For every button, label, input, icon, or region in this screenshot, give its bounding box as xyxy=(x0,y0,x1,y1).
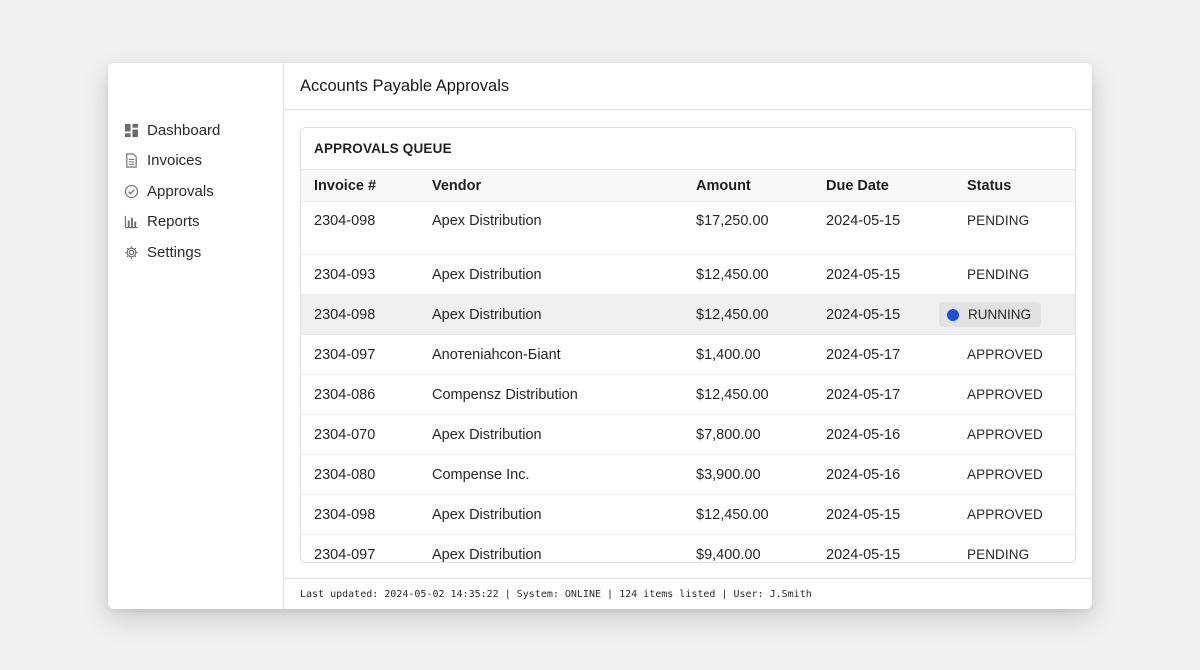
due-date-cell: 2024-05-15 xyxy=(826,546,901,563)
table-header: Invoice # Vendor Amount Due Date Status xyxy=(301,170,1075,202)
status-badge: APPROVED xyxy=(967,386,1043,402)
page-title: Accounts Payable Approvals xyxy=(284,63,1092,110)
table-row[interactable]: 2304-093 Apex Distribution $12,450.00 20… xyxy=(301,255,1075,295)
invoice-cell: 2304-098 xyxy=(314,213,376,229)
column-header-vendor[interactable]: Vendor xyxy=(419,178,683,194)
sidebar-item-label: Dashboard xyxy=(147,121,221,139)
table-row[interactable]: 2304-098 Apex Distribution $12,450.00 20… xyxy=(301,495,1075,535)
vendor-cell: Apex Distribution xyxy=(432,213,542,229)
status-label: RUNNING xyxy=(968,307,1031,322)
column-header-status[interactable]: Status xyxy=(954,178,1075,194)
table-row[interactable]: 2304-080 Compense Inc. $3,900.00 2024-05… xyxy=(301,455,1075,495)
app-window: Dashboard Invoices Approvals Reports Set… xyxy=(108,63,1092,609)
due-date-cell: 2024-05-16 xyxy=(826,426,901,443)
approvals-queue-card: APPROVALS QUEUE Invoice # Vendor Amount … xyxy=(300,127,1076,563)
main-content: Accounts Payable Approvals APPROVALS QUE… xyxy=(284,63,1092,609)
amount-cell: $1,400.00 xyxy=(696,346,761,363)
vendor-cell: Apex Distribution xyxy=(432,266,542,283)
amount-cell: $12,450.00 xyxy=(696,266,769,283)
invoice-cell: 2304-070 xyxy=(314,426,376,443)
amount-cell: $12,450.00 xyxy=(696,306,769,323)
card-title: APPROVALS QUEUE xyxy=(301,128,1075,170)
table-row-selected[interactable]: 2304-098 Apex Distribution $12,450.00 20… xyxy=(301,295,1075,335)
table-row[interactable]: 2304-097 Anотeniahcon-Бiant $1,400.00 20… xyxy=(301,335,1075,375)
sidebar-item-invoices[interactable]: Invoices xyxy=(108,146,283,177)
due-date-cell: 2024-05-15 xyxy=(826,213,901,229)
status-badge: PENDING xyxy=(967,546,1030,562)
table-row[interactable]: 2304-070 Apex Distribution $7,800.00 202… xyxy=(301,415,1075,455)
status-badge-running: RUNNING xyxy=(939,302,1041,327)
status-badge: APPROVED xyxy=(967,466,1043,482)
vendor-cell: Compensz Distribution xyxy=(432,386,578,403)
vendor-cell: Apex Distribution xyxy=(432,306,542,323)
check-circle-icon xyxy=(123,183,139,199)
table-row[interactable]: 2304-086 Compensz Distribution $12,450.0… xyxy=(301,375,1075,415)
status-badge: APPROVED xyxy=(967,506,1043,522)
vendor-cell: Apex Distribution xyxy=(432,426,542,443)
vendor-cell: Apex Distribution xyxy=(432,546,542,563)
status-badge: PENDING xyxy=(967,213,1030,228)
invoice-cell: 2304-093 xyxy=(314,266,376,283)
vendor-cell: Apex Distribution xyxy=(432,506,542,523)
status-badge: APPROVED xyxy=(967,346,1043,362)
amount-cell: $9,400.00 xyxy=(696,546,761,563)
sidebar-item-approvals[interactable]: Approvals xyxy=(108,176,283,207)
dashboard-icon xyxy=(123,122,139,138)
amount-cell: $12,450.00 xyxy=(696,506,769,523)
document-icon xyxy=(123,153,139,169)
invoice-cell: 2304-097 xyxy=(314,346,376,363)
column-header-amount[interactable]: Amount xyxy=(683,178,813,194)
bar-chart-icon xyxy=(123,214,139,230)
sidebar-item-label: Settings xyxy=(147,243,202,261)
sidebar: Dashboard Invoices Approvals Reports Set… xyxy=(108,63,284,609)
status-badge: APPROVED xyxy=(967,426,1043,442)
vendor-cell: Compense Inc. xyxy=(432,466,530,483)
running-dot-icon xyxy=(947,308,959,321)
invoice-cell: 2304-098 xyxy=(314,506,376,523)
due-date-cell: 2024-05-16 xyxy=(826,466,901,483)
gear-icon xyxy=(123,244,139,260)
invoice-cell: 2304-080 xyxy=(314,466,376,483)
due-date-cell: 2024-05-17 xyxy=(826,386,901,403)
invoice-cell: 2304-098 xyxy=(314,306,376,323)
sidebar-item-settings[interactable]: Settings xyxy=(108,237,283,268)
column-header-invoice[interactable]: Invoice # xyxy=(301,178,419,194)
amount-cell: $7,800.00 xyxy=(696,426,761,443)
sidebar-item-reports[interactable]: Reports xyxy=(108,207,283,238)
amount-cell: $3,900.00 xyxy=(696,466,761,483)
due-date-cell: 2024-05-15 xyxy=(826,506,901,523)
table-row[interactable]: 2304-097 Apex Distribution $9,400.00 202… xyxy=(301,535,1075,563)
due-date-cell: 2024-05-17 xyxy=(826,346,901,363)
invoice-cell: 2304-086 xyxy=(314,386,376,403)
sidebar-item-label: Reports xyxy=(147,213,200,231)
amount-cell: $12,450.00 xyxy=(696,386,769,403)
vendor-cell: Anотeniahcon-Бiant xyxy=(432,346,561,363)
table-row[interactable]: 2304-098 Apex Distribution $17,250.00 20… xyxy=(301,202,1075,255)
invoice-cell: 2304-097 xyxy=(314,546,376,563)
status-bar: Last updated: 2024-05-02 14:35:22 | Syst… xyxy=(284,578,1092,609)
sidebar-item-label: Invoices xyxy=(147,152,203,170)
status-badge: PENDING xyxy=(967,266,1030,282)
column-header-due-date[interactable]: Due Date xyxy=(813,178,954,194)
due-date-cell: 2024-05-15 xyxy=(826,266,901,283)
sidebar-item-label: Approvals xyxy=(147,182,214,200)
amount-cell: $17,250.00 xyxy=(696,213,769,229)
sidebar-item-dashboard[interactable]: Dashboard xyxy=(108,115,283,146)
due-date-cell: 2024-05-15 xyxy=(826,306,901,323)
